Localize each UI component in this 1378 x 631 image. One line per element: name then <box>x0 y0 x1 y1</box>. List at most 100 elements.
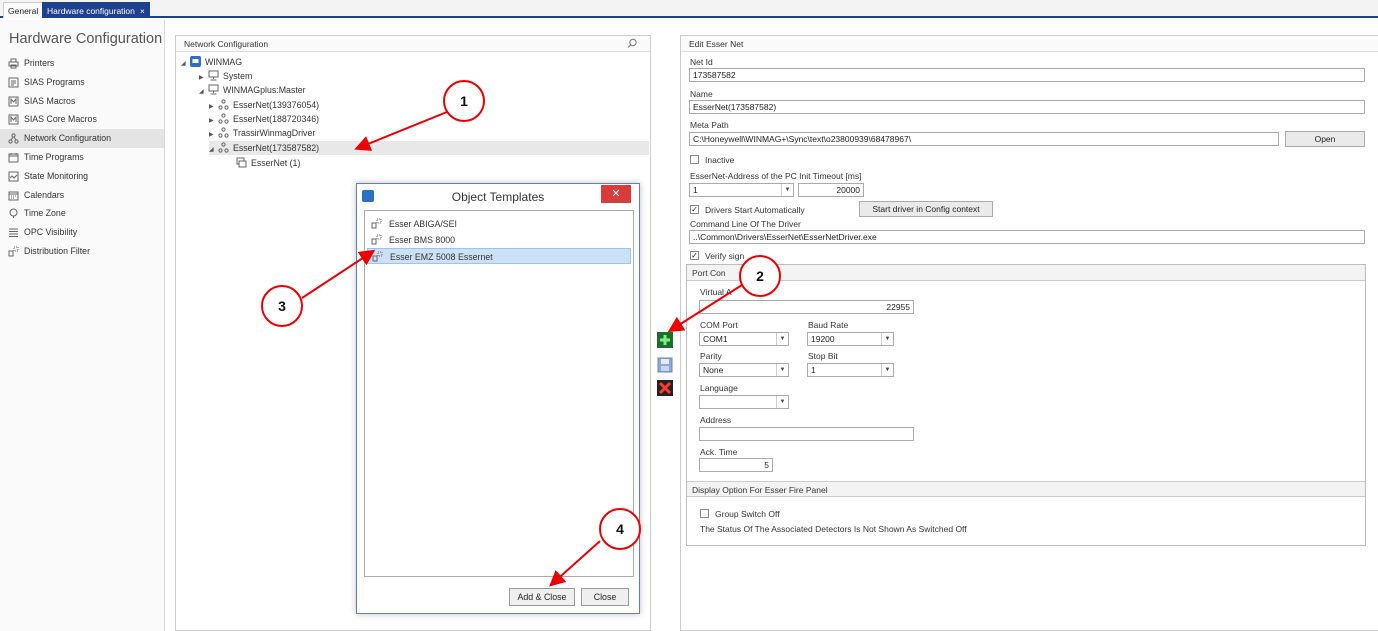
tree-node-winmagplus-master[interactable]: ◢ WINMAGplus:Master <box>199 83 306 97</box>
init-timeout-field[interactable]: 20000 <box>798 183 864 197</box>
nav-item-label: State Monitoring <box>24 170 89 181</box>
esser-address-select[interactable]: 1 ▼ <box>689 183 794 197</box>
nav-item-sias-core-macros[interactable]: SIAS Core Macros <box>0 110 164 129</box>
start-driver-button[interactable]: Start driver in Config context <box>859 201 993 217</box>
tree-node-label: WINMAGplus:Master <box>223 85 306 95</box>
com-port-label: COM Port <box>700 320 738 330</box>
nav-item-calendars[interactable]: Calendars <box>0 186 164 205</box>
nav-item-state-monitoring[interactable]: State Monitoring <box>0 167 164 186</box>
collapse-icon[interactable]: ◢ <box>209 143 218 157</box>
address-label: Address <box>700 415 732 425</box>
baud-rate-select[interactable]: 19200 ▼ <box>807 332 894 346</box>
com-port-select[interactable]: COM1 ▼ <box>699 332 789 346</box>
nav-item-sias-programs[interactable]: SIAS Programs <box>0 73 164 92</box>
nav-item-opc-visibility[interactable]: OPC Visibility <box>0 223 164 242</box>
tree-node-label: EsserNet(188720346) <box>233 114 320 124</box>
esser-address-value: 1 <box>693 185 698 195</box>
language-select[interactable]: ▼ <box>699 395 789 409</box>
dialog-titlebar: Object Templates ✕ <box>357 184 639 210</box>
network-icon <box>218 99 229 110</box>
template-esser-bms-8000[interactable]: Esser BMS 8000 <box>367 232 631 248</box>
tree-node-label: TrassirWinmagDriver <box>233 128 316 138</box>
tree-node-essernet-1[interactable]: EsserNet (1) <box>236 156 300 170</box>
nav-item-label: Time Programs <box>24 151 84 162</box>
port-group-title: Port Con <box>692 268 726 278</box>
nav-item-network-configuration[interactable]: Network Configuration <box>0 129 164 148</box>
group-switch-off-checkbox[interactable] <box>700 509 709 518</box>
collapse-icon[interactable]: ◢ <box>181 57 190 71</box>
ack-time-label: Ack. Time <box>700 447 738 457</box>
program-icon <box>8 77 19 88</box>
command-line-label: Command Line Of The Driver <box>690 219 801 229</box>
dialog-close-icon[interactable]: ✕ <box>601 185 631 203</box>
nav-item-label: Time Zone <box>24 208 66 219</box>
ack-time-field[interactable]: 5 <box>699 458 773 472</box>
tree-node-essernet-139376054[interactable]: ▶ EsserNet(139376054) <box>209 98 319 112</box>
tab-hardware-label: Hardware configuration <box>47 6 135 16</box>
template-label: Esser BMS 8000 <box>389 235 456 245</box>
tree-node-winmag[interactable]: ◢ WINMAG <box>181 55 242 69</box>
network-icon <box>218 142 229 153</box>
tab-bar: General Hardware configuration × <box>0 0 1378 18</box>
status-text: The Status Of The Associated Detectors I… <box>700 524 967 534</box>
open-button[interactable]: Open <box>1285 131 1365 147</box>
nav-item-label: SIAS Macros <box>24 95 76 106</box>
chevron-down-icon: ▼ <box>781 184 793 196</box>
delete-icon[interactable] <box>657 380 673 396</box>
tab-general[interactable]: General <box>3 2 44 18</box>
edit-panel-title: Edit Esser Net <box>689 39 744 49</box>
group-switch-off-label: Group Switch Off <box>715 509 780 519</box>
command-line-field[interactable]: ..\Common\Drivers\EsserNet\EsserNetDrive… <box>689 230 1365 244</box>
tree-node-essernet-188720346[interactable]: ▶ EsserNet(188720346) <box>209 112 319 126</box>
nav-item-printers[interactable]: Printers <box>0 54 164 73</box>
nav-item-time-zone[interactable]: Time Zone <box>0 204 164 223</box>
macro-icon <box>8 96 19 107</box>
search-icon[interactable] <box>627 38 638 49</box>
expand-icon[interactable]: ▶ <box>209 128 218 142</box>
template-list: Esser ABIGA/SEI Esser BMS 8000 Esser EMZ… <box>364 210 634 577</box>
tab-close-icon[interactable]: × <box>140 6 145 16</box>
nav-item-distribution-filter[interactable]: Distribution Filter <box>0 242 164 261</box>
add-icon[interactable] <box>657 332 673 348</box>
stop-bit-value: 1 <box>811 365 816 375</box>
meta-path-field[interactable]: C:\Honeywell\WINMAG+\Sync\text\o23800939… <box>689 132 1279 146</box>
close-button[interactable]: Close <box>581 588 629 606</box>
template-esser-emz-5008-essernet[interactable]: Esser EMZ 5008 Essernet <box>367 248 631 264</box>
name-field[interactable]: EsserNet(173587582) <box>689 100 1365 114</box>
chevron-down-icon: ▼ <box>776 333 788 345</box>
nav-item-sias-macros[interactable]: SIAS Macros <box>0 92 164 111</box>
tree-node-label: EsserNet(139376054) <box>233 100 320 110</box>
tree-node-essernet-173587582[interactable]: ◢ EsserNet(173587582) <box>209 141 649 155</box>
tree-node-trassir-winmag-driver[interactable]: ▶ TrassirWinmagDriver <box>209 126 315 140</box>
parity-select[interactable]: None ▼ <box>699 363 789 377</box>
collapse-icon[interactable]: ◢ <box>199 85 208 99</box>
stop-bit-label: Stop Bit <box>808 351 838 361</box>
template-label: Esser EMZ 5008 Essernet <box>390 252 493 262</box>
template-esser-abiga-sei[interactable]: Esser ABIGA/SEI <box>367 216 631 232</box>
parity-value: None <box>703 365 724 375</box>
add-and-close-button[interactable]: Add & Close <box>509 588 575 606</box>
language-label: Language <box>700 383 738 393</box>
stop-bit-select[interactable]: 1 ▼ <box>807 363 894 377</box>
nav-item-time-programs[interactable]: Time Programs <box>0 148 164 167</box>
edit-esser-net-panel: Edit Esser Net Net Id 173587582 Name Ess… <box>680 35 1378 631</box>
calendar-icon <box>8 152 19 163</box>
address-field[interactable] <box>699 427 914 441</box>
net-id-field[interactable]: 173587582 <box>689 68 1365 82</box>
virtual-address-field[interactable]: 22955 <box>699 300 914 314</box>
drivers-start-checkbox[interactable]: ✓ <box>690 205 699 214</box>
tab-hardware-configuration[interactable]: Hardware configuration × <box>42 2 150 18</box>
template-icon <box>371 234 382 245</box>
filter-icon <box>8 246 19 257</box>
verify-sign-checkbox[interactable]: ✓ <box>690 251 699 260</box>
nav-title: Hardware Configuration <box>9 31 163 47</box>
save-icon[interactable] <box>657 357 673 373</box>
tree-node-system[interactable]: ▶ System <box>199 69 252 83</box>
calendar-icon <box>8 191 19 201</box>
nav-item-label: Distribution Filter <box>24 245 90 256</box>
tree-node-label: EsserNet (1) <box>251 158 301 168</box>
inactive-checkbox[interactable] <box>690 155 699 164</box>
tab-general-label: General <box>8 6 39 16</box>
nav-item-label: SIAS Core Macros <box>24 114 97 125</box>
core-macro-icon <box>8 114 19 125</box>
